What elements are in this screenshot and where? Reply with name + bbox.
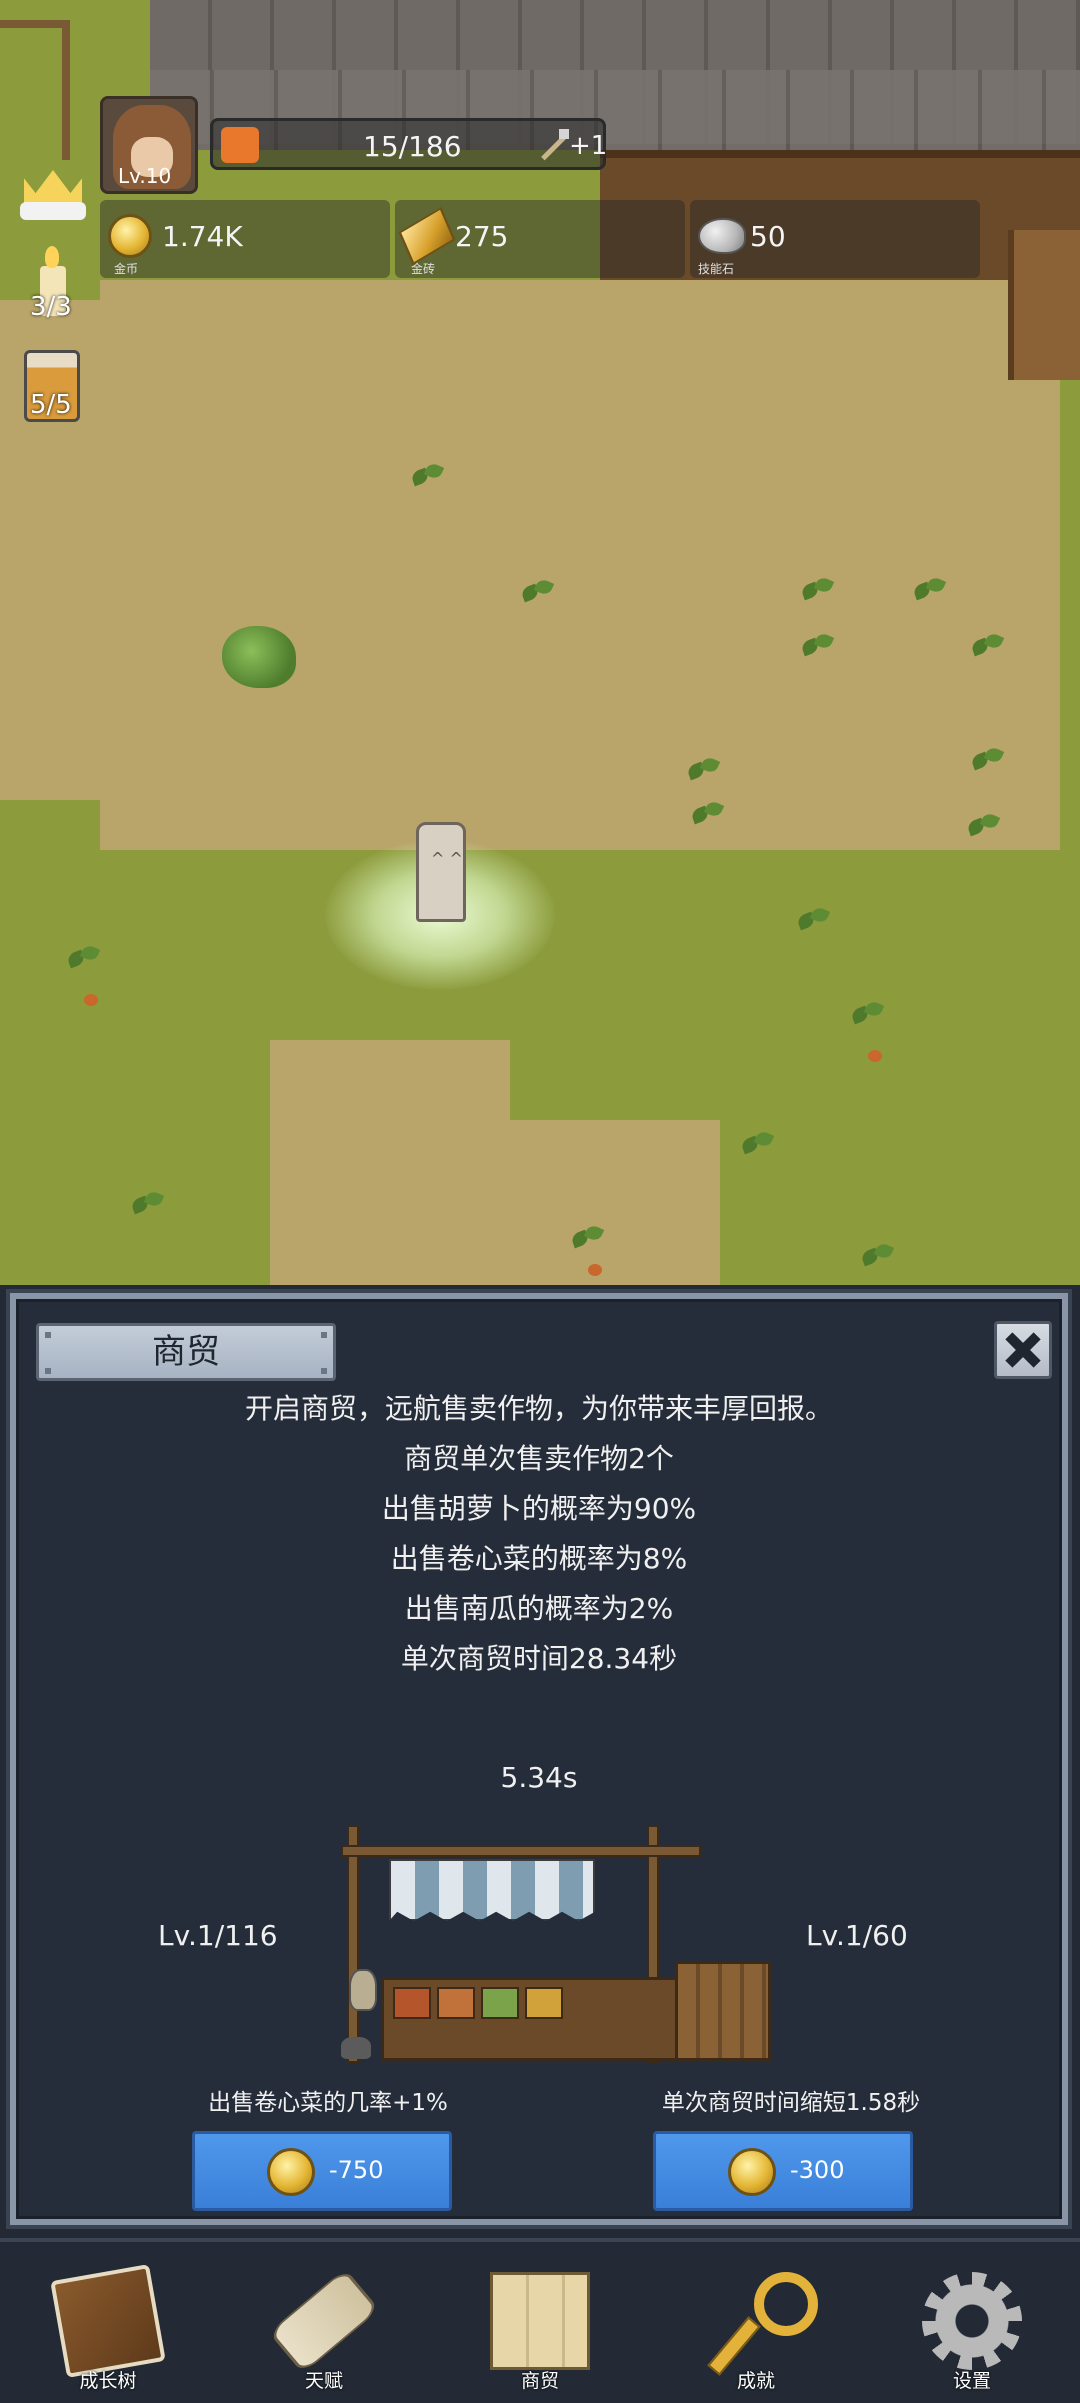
pumpkin-chance: 出售南瓜的概率为2% xyxy=(404,1592,674,1625)
coin-counter[interactable]: 1.74K 金币 xyxy=(100,200,390,278)
nav-label: 商贸 xyxy=(520,2370,559,2392)
trade-duration: 单次商贸时间28.34秒 xyxy=(400,1642,678,1675)
cabbage-chance: 出售卷心菜的概率为8% xyxy=(390,1542,688,1575)
gold-bar-counter[interactable]: 275 金砖 xyxy=(395,200,685,278)
key-icon xyxy=(706,2272,818,2370)
crop-sprout[interactable] xyxy=(970,632,1006,662)
trade-panel: 商贸 开启商贸，远航售卖作物，为你带来丰厚回报。 商贸单次售卖作物2个 出售胡萝… xyxy=(6,1289,1072,2229)
upgrade-cost: -750 xyxy=(329,2156,384,2184)
coin-value: 1.74K xyxy=(162,220,243,253)
crop-sprout[interactable] xyxy=(130,1190,166,1220)
trade-stone[interactable]: ^ ^ xyxy=(416,822,466,922)
produce-crate xyxy=(525,1987,563,2019)
skill-stone-counter[interactable]: 50 技能石 xyxy=(690,200,980,278)
crop-sprout[interactable] xyxy=(850,1000,886,1030)
close-button[interactable] xyxy=(994,1321,1052,1379)
upgrade-left-level: Lv.1/116 xyxy=(158,1919,278,1952)
crop-sprout[interactable] xyxy=(690,800,726,830)
upgrade-right-level: Lv.1/60 xyxy=(806,1919,908,1952)
book-icon xyxy=(50,2264,166,2378)
panel-title: 商贸 xyxy=(36,1323,336,1381)
crop-sprout[interactable] xyxy=(796,906,832,936)
trade-description: 开启商贸，远航售卖作物，为你带来丰厚回报。 xyxy=(244,1392,833,1425)
crop-sprout[interactable] xyxy=(686,756,722,786)
nav-label: 成长树 xyxy=(79,2370,137,2392)
scroll-icon xyxy=(268,2268,380,2374)
gold-bar-caption: 金砖 xyxy=(411,262,436,276)
nav-talent[interactable]: 天赋 xyxy=(216,2242,432,2403)
trade-crops-per-trip: 商贸单次售卖作物2个 xyxy=(404,1442,674,1475)
nav-label: 成就 xyxy=(736,2370,775,2392)
crop-sprout[interactable] xyxy=(570,1224,606,1254)
wooden-crate xyxy=(675,1961,771,2061)
market-stall-icon xyxy=(341,1817,781,2067)
carrot-crop[interactable] xyxy=(84,994,98,1006)
crop-sprout[interactable] xyxy=(800,576,836,606)
crop-sprout[interactable] xyxy=(912,576,948,606)
map-icon xyxy=(490,2272,590,2370)
gold-bar-value: 275 xyxy=(455,220,509,253)
dirt-patch-bottom-right xyxy=(500,1120,720,1285)
experience-text: 15/186 xyxy=(363,130,462,163)
nav-settings[interactable]: 设置 xyxy=(864,2242,1080,2403)
coin-icon xyxy=(728,2148,776,2196)
dirt-field xyxy=(100,280,1060,850)
crop-sprout[interactable] xyxy=(66,944,102,974)
crop-sprout[interactable] xyxy=(800,632,836,662)
candle-count: 3/3 xyxy=(30,292,72,322)
trade-countdown: 5.34s xyxy=(500,1761,578,1794)
cabbage-crop[interactable] xyxy=(222,626,296,688)
skill-stone-icon xyxy=(698,218,746,254)
crop-sprout[interactable] xyxy=(740,1130,776,1160)
gear-icon xyxy=(922,2272,1022,2370)
nav-achievements[interactable]: 成就 xyxy=(648,2242,864,2403)
cooking-pot xyxy=(341,2037,371,2059)
crop-sprout[interactable] xyxy=(520,578,556,608)
upgrade-right-description: 单次商贸时间缩短1.58秒 xyxy=(661,2090,921,2116)
close-icon xyxy=(1005,1332,1041,1368)
beer-mug-count: 5/5 xyxy=(30,390,72,420)
experience-bonus: +1 xyxy=(569,131,608,161)
upgrade-cost: -300 xyxy=(790,2156,845,2184)
experience-icon xyxy=(221,127,259,163)
skill-stone-value: 50 xyxy=(750,220,786,253)
dirt-patch-bottom xyxy=(270,1040,510,1285)
produce-crate xyxy=(393,1987,431,2019)
upgrade-cabbage-chance-button[interactable]: -750 xyxy=(192,2131,452,2211)
upgrade-left-description: 出售卷心菜的几率+1% xyxy=(208,2090,448,2116)
stall-awning xyxy=(389,1859,595,1921)
hanging-sack xyxy=(349,1969,377,2011)
gold-bar-icon xyxy=(398,206,456,266)
skill-stone-caption: 技能石 xyxy=(698,262,735,276)
produce-crate xyxy=(481,1987,519,2019)
bottom-nav: 成长树 天赋 商贸 成就 设置 xyxy=(0,2238,1080,2403)
player-level: Lv.10 xyxy=(118,164,172,188)
fence xyxy=(0,20,70,160)
coin-caption: 金币 xyxy=(114,262,139,276)
nav-label: 设置 xyxy=(952,2370,991,2392)
carrot-crop[interactable] xyxy=(868,1050,882,1062)
crown-icon[interactable] xyxy=(20,160,86,224)
upgrade-trade-time-button[interactable]: -300 xyxy=(653,2131,913,2211)
hoe-icon xyxy=(539,129,569,159)
carrot-chance: 出售胡萝卜的概率为90% xyxy=(381,1492,697,1525)
nav-growth-tree[interactable]: 成长树 xyxy=(0,2242,216,2403)
nav-label: 天赋 xyxy=(304,2370,343,2392)
crop-sprout[interactable] xyxy=(966,812,1002,842)
stone-face-icon: ^ ^ xyxy=(431,849,463,868)
coin-icon xyxy=(267,2148,315,2196)
crop-sprout[interactable] xyxy=(970,746,1006,776)
stall-beam xyxy=(341,1845,701,1857)
crop-sprout[interactable] xyxy=(860,1242,896,1272)
barn-side-wall xyxy=(1008,230,1080,380)
experience-bar: 15/186 +1 xyxy=(210,118,608,170)
coin-icon xyxy=(108,214,152,258)
nav-trade[interactable]: 商贸 xyxy=(432,2242,648,2403)
carrot-crop[interactable] xyxy=(588,1264,602,1276)
stall-post xyxy=(347,1825,359,2063)
produce-crate xyxy=(437,1987,475,2019)
crop-sprout[interactable] xyxy=(410,462,446,492)
